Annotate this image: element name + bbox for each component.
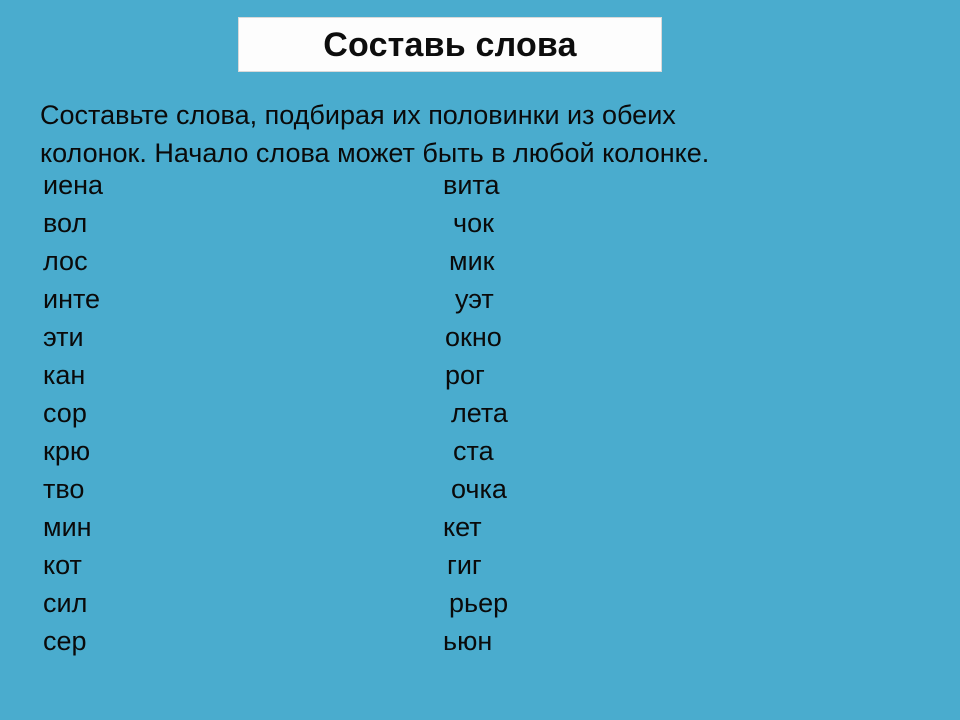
word-left[interactable]: иена	[43, 166, 103, 204]
word-right[interactable]: уэт	[455, 280, 494, 318]
word-pair-row: крю ста	[0, 432, 960, 470]
word-pair-row: сор лета	[0, 394, 960, 432]
word-right[interactable]: гиг	[447, 546, 482, 584]
word-right[interactable]: кет	[443, 508, 482, 546]
word-left[interactable]: лос	[43, 242, 88, 280]
word-left[interactable]: кан	[43, 356, 85, 394]
word-right[interactable]: рьер	[449, 584, 508, 622]
word-right[interactable]: окно	[445, 318, 502, 356]
word-pair-row: тво очка	[0, 470, 960, 508]
word-left[interactable]: инте	[43, 280, 100, 318]
word-left[interactable]: вол	[43, 204, 87, 242]
word-pair-row: эти окно	[0, 318, 960, 356]
word-left[interactable]: мин	[43, 508, 92, 546]
word-pair-row: мин кет	[0, 508, 960, 546]
word-right[interactable]: рог	[445, 356, 485, 394]
word-left[interactable]: эти	[43, 318, 84, 356]
word-left[interactable]: сер	[43, 622, 87, 660]
word-pair-row: инте уэт	[0, 280, 960, 318]
word-left[interactable]: крю	[43, 432, 90, 470]
word-right[interactable]: ьюн	[443, 622, 492, 660]
word-pair-row: сер ьюн	[0, 622, 960, 660]
word-left[interactable]: сор	[43, 394, 87, 432]
instruction-line-1: Составьте слова, подбирая их половинки и…	[40, 100, 676, 130]
word-pair-row: сил рьер	[0, 584, 960, 622]
word-right[interactable]: ста	[453, 432, 494, 470]
word-pair-row: кот гиг	[0, 546, 960, 584]
slide-canvas: Составь слова Составьте слова, подбирая …	[0, 0, 960, 720]
word-pair-row: вол чок	[0, 204, 960, 242]
word-right[interactable]: чок	[453, 204, 494, 242]
word-right[interactable]: мик	[449, 242, 494, 280]
instructions-block: Составьте слова, подбирая их половинки и…	[40, 96, 920, 172]
word-pair-row: иена вита	[0, 166, 960, 204]
word-pair-row: кан рог	[0, 356, 960, 394]
word-right[interactable]: лета	[451, 394, 508, 432]
word-left[interactable]: кот	[43, 546, 82, 584]
page-title: Составь слова	[323, 25, 577, 64]
word-pair-row: лос мик	[0, 242, 960, 280]
word-right[interactable]: вита	[443, 166, 500, 204]
word-left[interactable]: тво	[43, 470, 84, 508]
word-pairs-table: иена вита вол чок лос мик инте уэт эти окно кан рог…	[0, 166, 960, 660]
word-right[interactable]: очка	[451, 470, 507, 508]
title-box: Составь слова	[238, 17, 662, 72]
word-left[interactable]: сил	[43, 584, 87, 622]
